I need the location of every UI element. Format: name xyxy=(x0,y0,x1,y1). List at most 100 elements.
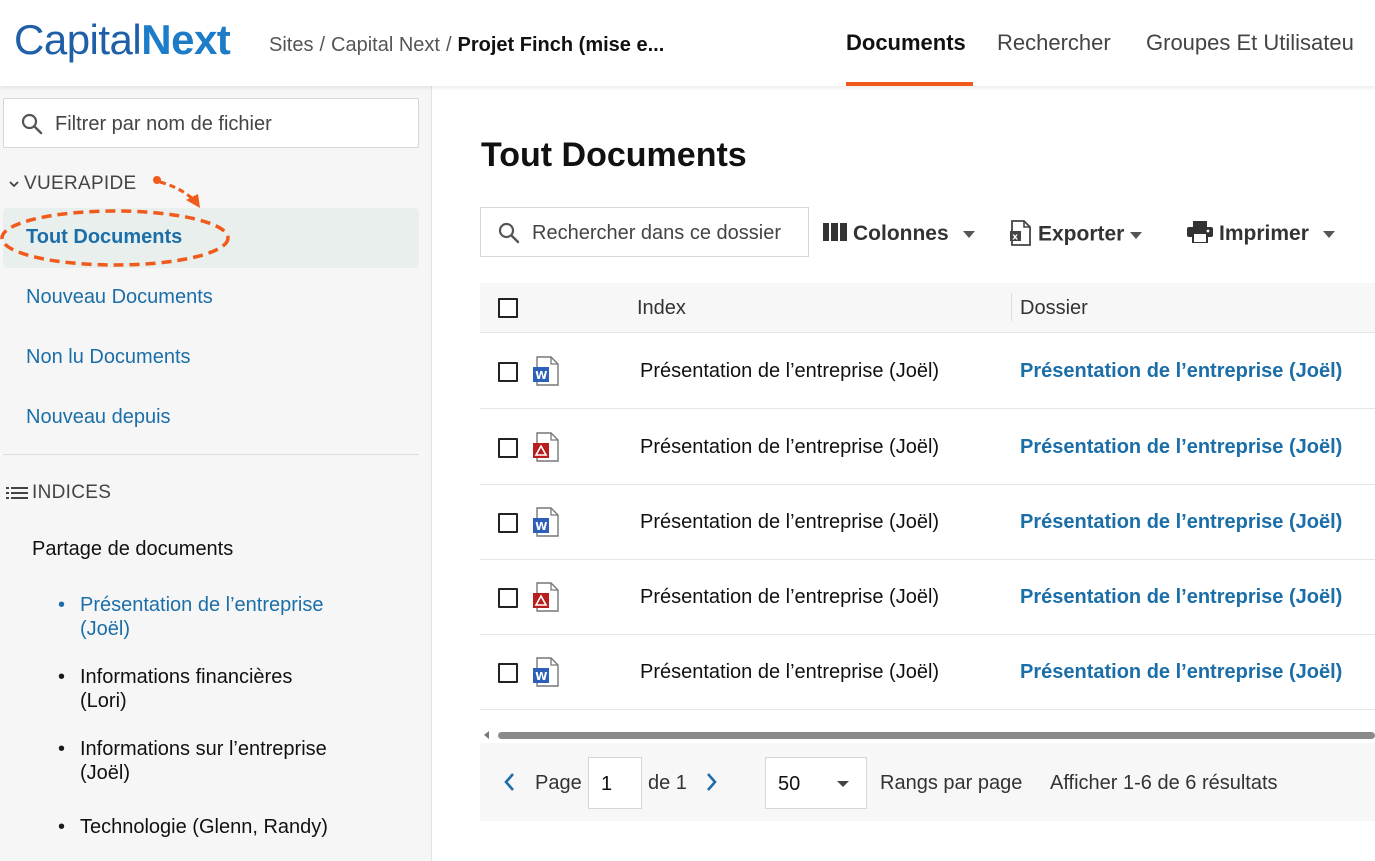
table-row[interactable]: W Présentation de l’entreprise (Joël) Pr… xyxy=(480,485,1375,560)
columns-label: Colonnes xyxy=(853,222,949,245)
word-file-icon: W xyxy=(533,657,559,687)
tree-item-technologie[interactable]: Technologie (Glenn, Randy) xyxy=(80,815,380,839)
nav-tab-groupes[interactable]: Groupes Et Utilisateu xyxy=(1146,0,1375,86)
folder-search-input[interactable]: Rechercher dans ce dossier xyxy=(480,207,809,257)
page-label: Page xyxy=(535,772,582,794)
tree-bullet: • xyxy=(58,666,66,688)
row-checkbox[interactable] xyxy=(498,438,518,458)
tree-root-partage-documents[interactable]: Partage de documents xyxy=(32,538,233,561)
sidebar-item-tout-documents[interactable]: Tout Documents xyxy=(3,208,419,268)
tree-item-line: Présentation de l’entreprise xyxy=(80,594,324,616)
breadcrumb-capital-next[interactable]: Capital Next xyxy=(331,34,440,56)
search-icon xyxy=(21,113,43,135)
row-index-name[interactable]: Présentation de l’entreprise (Joël) xyxy=(640,360,939,383)
row-checkbox[interactable] xyxy=(498,513,518,533)
sidebar-item-nouveau-depuis[interactable]: Nouveau depuis xyxy=(26,406,171,429)
page-number-value: 1 xyxy=(601,773,613,795)
tree-item-line: (Joël) xyxy=(80,762,131,784)
sidebar: Filtrer par nom de fichier VUERAPIDE Tou… xyxy=(0,86,432,861)
svg-text:W: W xyxy=(535,520,547,533)
column-divider[interactable] xyxy=(1011,293,1012,321)
search-placeholder: Rechercher dans ce dossier xyxy=(532,222,782,244)
row-dossier-link[interactable]: Présentation de l’entreprise (Joël) xyxy=(1020,586,1342,609)
rows-per-page-label: Rangs par page xyxy=(880,772,1023,794)
nav-tab-rechercher[interactable]: Rechercher xyxy=(997,0,1123,86)
list-icon xyxy=(6,486,28,499)
caret-down-icon xyxy=(1322,230,1335,238)
breadcrumb-separator: / xyxy=(445,34,452,56)
row-checkbox[interactable] xyxy=(498,362,518,382)
caret-down-icon xyxy=(962,230,975,238)
chevron-left-icon[interactable] xyxy=(502,771,516,793)
row-index-name[interactable]: Présentation de l’entreprise (Joël) xyxy=(640,511,939,534)
row-dossier-link[interactable]: Présentation de l’entreprise (Joël) xyxy=(1020,360,1342,383)
chevron-down-icon xyxy=(9,181,19,188)
row-index-name[interactable]: Présentation de l’entreprise (Joël) xyxy=(640,586,939,609)
row-dossier-link[interactable]: Présentation de l’entreprise (Joël) xyxy=(1020,436,1342,459)
tree-bullet: • xyxy=(58,738,66,760)
tree-item-informations-entreprise[interactable]: Informations sur l’entreprise (Joël) xyxy=(80,737,380,785)
table-row[interactable]: Présentation de l’entreprise (Joël) Prés… xyxy=(480,560,1375,635)
tree-bullet: • xyxy=(58,816,66,838)
table-row[interactable]: Présentation de l’entreprise (Joël) Prés… xyxy=(480,410,1375,485)
word-file-icon: W xyxy=(533,507,559,537)
print-button[interactable]: Imprimer xyxy=(1187,221,1335,246)
filename-filter-input[interactable]: Filtrer par nom de fichier xyxy=(3,98,419,148)
tree-bullet: • xyxy=(58,594,66,616)
page-number-input[interactable]: 1 xyxy=(588,757,642,809)
rows-per-page-value: 50 xyxy=(778,773,801,795)
horizontal-scrollbar[interactable] xyxy=(480,729,1375,741)
breadcrumb-separator: / xyxy=(319,34,326,56)
tree-item-informations-financieres[interactable]: Informations financières (Lori) xyxy=(80,665,380,713)
select-all-checkbox[interactable] xyxy=(498,298,518,318)
filter-placeholder: Filtrer par nom de fichier xyxy=(55,113,272,135)
print-label: Imprimer xyxy=(1219,222,1309,245)
export-button[interactable]: x Exporter xyxy=(1010,220,1143,248)
printer-icon xyxy=(1187,221,1213,245)
columns-button[interactable]: Colonnes xyxy=(823,222,975,246)
table-row[interactable]: W Présentation de l’entreprise (Joël) Pr… xyxy=(480,635,1375,710)
excel-export-icon: x xyxy=(1010,220,1031,246)
active-tab-indicator xyxy=(846,82,973,86)
quickview-section-header[interactable]: VUERAPIDE xyxy=(8,173,137,195)
tree-item-line: Informations financières xyxy=(80,666,293,688)
breadcrumb-sites[interactable]: Sites xyxy=(269,34,313,56)
row-dossier-link[interactable]: Présentation de l’entreprise (Joël) xyxy=(1020,661,1342,684)
logo-part-next: Next xyxy=(141,16,231,63)
quickview-title: VUERAPIDE xyxy=(24,173,137,194)
sidebar-item-non-lu-documents[interactable]: Non lu Documents xyxy=(26,346,191,369)
scrollbar-thumb[interactable] xyxy=(498,732,1375,739)
nav-tab-documents[interactable]: Documents xyxy=(846,0,973,86)
word-file-icon: W xyxy=(533,356,559,386)
pagination-bar: Page 1 de 1 50 Rangs par page Afficher 1… xyxy=(480,743,1375,821)
rows-per-page-select[interactable]: 50 xyxy=(765,757,867,809)
sidebar-item-nouveau-documents[interactable]: Nouveau Documents xyxy=(26,286,213,309)
export-label: Exporter xyxy=(1038,222,1125,246)
chevron-right-icon[interactable] xyxy=(705,771,719,793)
sidebar-divider xyxy=(3,454,419,455)
column-header-dossier[interactable]: Dossier xyxy=(1020,297,1088,320)
columns-icon xyxy=(823,223,847,242)
row-checkbox[interactable] xyxy=(498,588,518,608)
tree-item-line: (Lori) xyxy=(80,690,127,712)
capitalnext-logo[interactable]: CapitalNext xyxy=(14,14,231,66)
indices-title: INDICES xyxy=(32,482,112,503)
page-title: Tout Documents xyxy=(481,136,747,174)
row-index-name[interactable]: Présentation de l’entreprise (Joël) xyxy=(640,661,939,684)
tree-item-presentation-entreprise[interactable]: Présentation de l’entreprise (Joël) xyxy=(80,593,380,641)
row-index-name[interactable]: Présentation de l’entreprise (Joël) xyxy=(640,436,939,459)
pdf-file-icon xyxy=(533,582,559,612)
tree-item-line: Technologie (Glenn, Randy) xyxy=(80,816,328,838)
page-total-label: de 1 xyxy=(648,772,687,794)
row-checkbox[interactable] xyxy=(498,663,518,683)
row-dossier-link[interactable]: Présentation de l’entreprise (Joël) xyxy=(1020,511,1342,534)
table-row[interactable]: W Présentation de l’entreprise (Joël) Pr… xyxy=(480,334,1375,409)
nav-tab-label: Groupes Et Utilisateu xyxy=(1146,30,1354,55)
caret-down-icon xyxy=(837,781,849,787)
nav-tab-label: Documents xyxy=(846,30,966,55)
indices-section-header[interactable]: INDICES xyxy=(6,482,111,504)
svg-text:W: W xyxy=(535,670,547,683)
svg-text:x: x xyxy=(1012,233,1018,243)
column-header-index[interactable]: Index xyxy=(637,297,686,320)
scroll-left-arrow[interactable] xyxy=(484,731,489,739)
